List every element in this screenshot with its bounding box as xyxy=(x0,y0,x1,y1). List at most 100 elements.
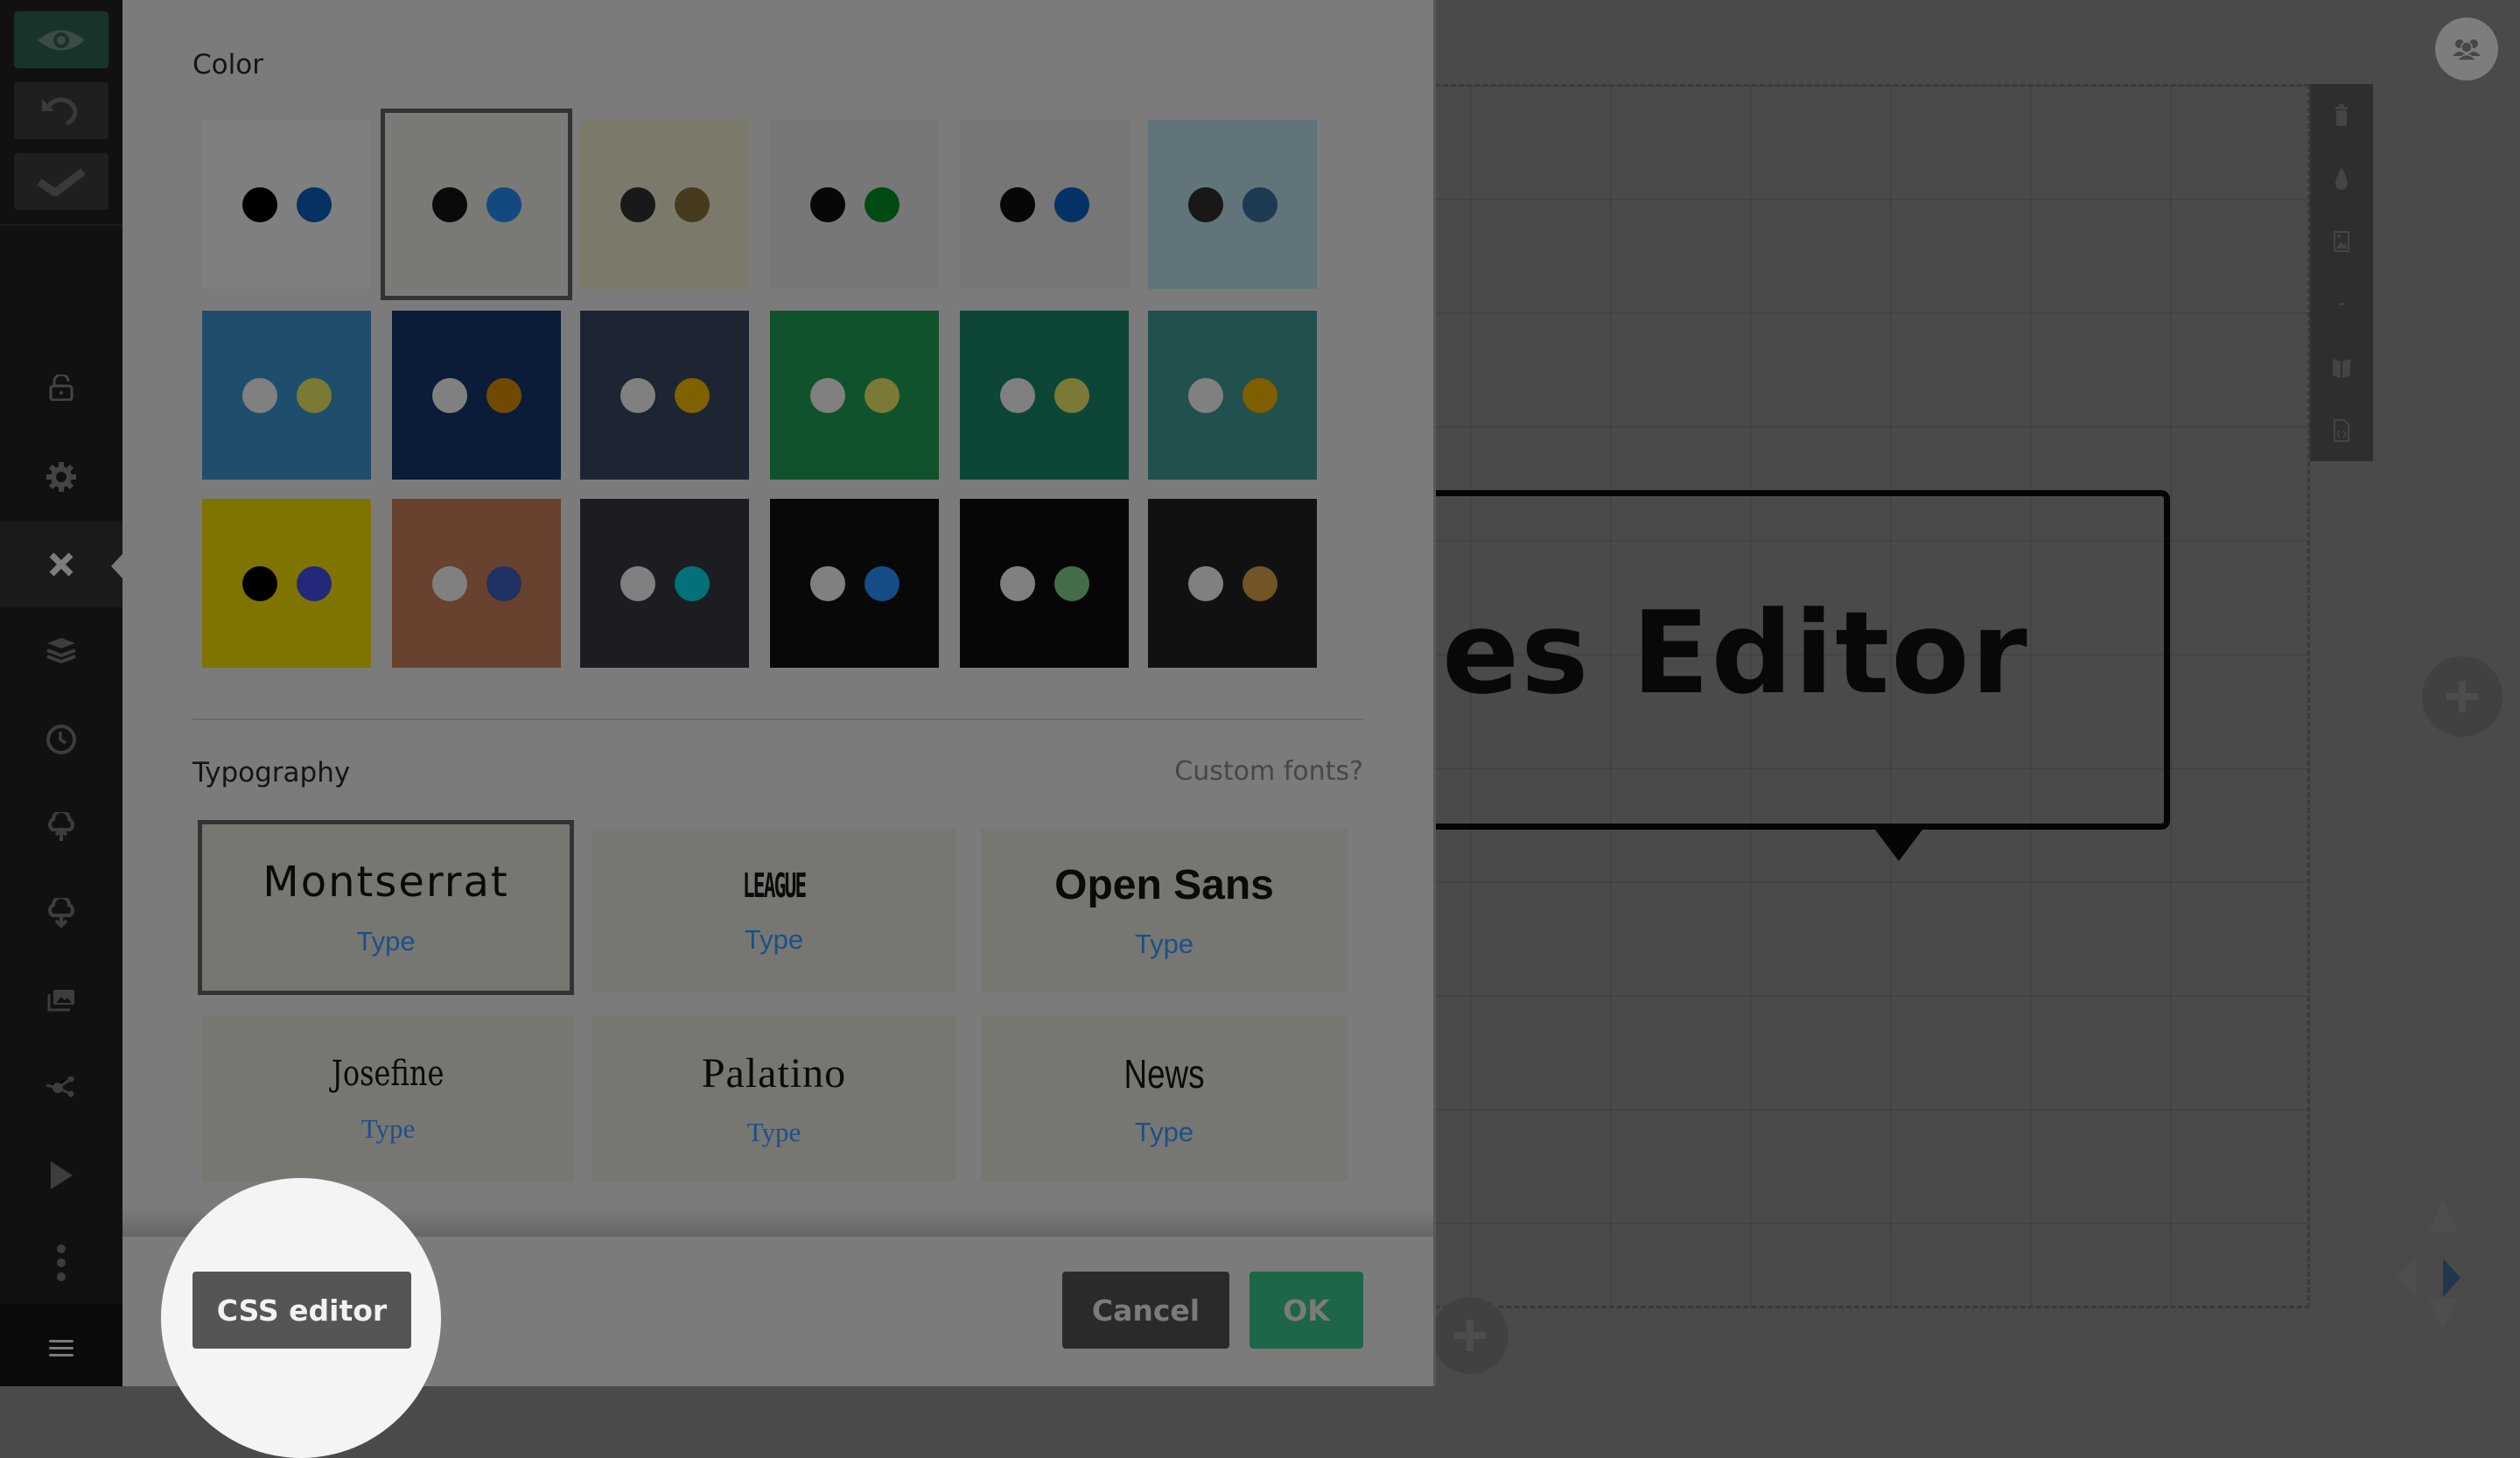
text-color-dot xyxy=(620,565,655,601)
accent-color-dot xyxy=(864,186,900,222)
text-color-dot xyxy=(1187,565,1223,601)
accent-color-dot xyxy=(296,186,332,222)
font-name: LEAGUE xyxy=(742,866,807,905)
preview-button[interactable] xyxy=(14,11,108,68)
color-swatch[interactable] xyxy=(770,499,939,668)
cancel-button[interactable]: Cancel xyxy=(1062,1272,1229,1349)
color-swatch[interactable] xyxy=(202,311,371,480)
block-link-button[interactable] xyxy=(2310,336,2373,399)
text-color-dot xyxy=(999,377,1035,413)
color-section-title: Color xyxy=(192,49,263,81)
text-color-dot xyxy=(809,377,845,413)
font-option[interactable]: Palatino Type xyxy=(592,1016,956,1181)
typography-section-title: Typography xyxy=(192,757,351,789)
sidebar-item-more[interactable] xyxy=(0,1220,122,1306)
color-swatch[interactable] xyxy=(770,120,939,289)
accent-color-dot xyxy=(1242,186,1278,222)
font-sample: Type xyxy=(1134,929,1194,959)
sidebar-item-themes[interactable] xyxy=(0,522,122,607)
color-swatch[interactable] xyxy=(202,499,371,668)
custom-fonts-link[interactable]: Custom fonts? xyxy=(1174,756,1363,787)
accent-color-dot xyxy=(296,377,332,413)
trash-icon xyxy=(2335,104,2348,126)
text-color-dot xyxy=(809,565,845,601)
color-swatch[interactable] xyxy=(580,311,749,480)
sidebar-item-settings[interactable] xyxy=(0,434,122,520)
block-html-button[interactable] xyxy=(2310,399,2373,462)
text-color-dot xyxy=(1187,186,1223,222)
text-color-dot xyxy=(620,377,655,413)
check-icon xyxy=(38,167,85,196)
sidebar xyxy=(0,0,122,1386)
accent-color-dot xyxy=(674,565,710,601)
collaborators-button[interactable] xyxy=(2435,18,2498,81)
accent-color-dot xyxy=(1242,565,1278,601)
font-name: Josefine xyxy=(332,1053,444,1094)
color-swatch[interactable] xyxy=(1148,499,1317,668)
add-slide-right-button[interactable] xyxy=(2422,656,2502,737)
lock-icon xyxy=(49,375,74,401)
color-swatch[interactable] xyxy=(960,499,1129,668)
font-name: News xyxy=(1124,1050,1205,1097)
block-toolbar xyxy=(2310,84,2373,461)
sidebar-item-history[interactable] xyxy=(0,697,122,782)
save-button[interactable] xyxy=(14,153,108,210)
accent-color-dot xyxy=(486,377,522,413)
droplet-icon xyxy=(2335,167,2348,190)
block-animation-button[interactable] xyxy=(2310,273,2373,336)
text-color-dot xyxy=(242,186,277,222)
color-swatch[interactable] xyxy=(770,311,939,480)
sidebar-item-download[interactable] xyxy=(0,870,122,956)
nav-left-arrow[interactable] xyxy=(2396,1258,2417,1297)
sidebar-item-lock[interactable] xyxy=(0,345,122,431)
ok-button[interactable]: OK xyxy=(1250,1272,1363,1349)
color-swatch[interactable] xyxy=(960,120,1129,289)
layers-icon xyxy=(46,638,76,664)
color-swatch[interactable] xyxy=(580,499,749,668)
text-color-dot xyxy=(431,565,467,601)
lightning-icon xyxy=(2335,293,2348,316)
accent-color-dot xyxy=(1054,186,1089,222)
block-image-button[interactable] xyxy=(2310,210,2373,273)
font-option[interactable]: Montserrat Type xyxy=(198,820,574,995)
users-icon xyxy=(2453,39,2481,61)
nav-up-arrow[interactable] xyxy=(2429,1200,2457,1231)
block-color-button[interactable] xyxy=(2310,147,2373,210)
color-swatch[interactable] xyxy=(1148,120,1317,289)
gear-icon xyxy=(46,462,76,492)
font-option[interactable]: Open Sans Type xyxy=(981,829,1348,992)
color-swatch[interactable] xyxy=(202,120,371,289)
font-name: Montserrat xyxy=(262,858,509,907)
color-swatch[interactable] xyxy=(392,311,561,480)
sidebar-item-share[interactable] xyxy=(0,1045,122,1131)
font-option[interactable]: News Type xyxy=(981,1016,1348,1181)
sidebar-item-menu[interactable] xyxy=(0,1306,122,1391)
color-swatch[interactable] xyxy=(1148,311,1317,480)
sidebar-item-present[interactable] xyxy=(0,1132,122,1218)
code-file-icon xyxy=(2334,419,2349,442)
hamburger-icon xyxy=(49,1340,74,1356)
font-name: Palatino xyxy=(701,1050,847,1097)
sidebar-item-media[interactable] xyxy=(0,957,122,1043)
color-swatch[interactable] xyxy=(392,499,561,668)
text-color-dot xyxy=(431,377,467,413)
undo-button[interactable] xyxy=(14,82,108,139)
delete-block-button[interactable] xyxy=(2310,84,2373,147)
color-swatch[interactable] xyxy=(960,311,1129,480)
image-icon xyxy=(2334,231,2349,252)
nav-down-arrow[interactable] xyxy=(2429,1299,2457,1330)
color-swatch[interactable] xyxy=(580,120,749,289)
clock-icon xyxy=(46,725,76,754)
font-option[interactable]: Josefine Type xyxy=(202,1016,574,1181)
nav-right-arrow[interactable] xyxy=(2443,1258,2460,1297)
color-swatch[interactable] xyxy=(381,109,572,300)
add-slide-down-button[interactable] xyxy=(1432,1297,1508,1374)
css-editor-button[interactable]: CSS editor xyxy=(192,1272,411,1349)
cloud-upload-icon xyxy=(48,812,74,841)
accent-color-dot xyxy=(1054,565,1089,601)
sidebar-item-upload[interactable] xyxy=(0,784,122,870)
sidebar-item-layers[interactable] xyxy=(0,607,122,693)
font-option[interactable]: LEAGUE Type xyxy=(592,829,956,992)
play-icon xyxy=(51,1161,73,1189)
sidebar-divider xyxy=(0,224,122,226)
